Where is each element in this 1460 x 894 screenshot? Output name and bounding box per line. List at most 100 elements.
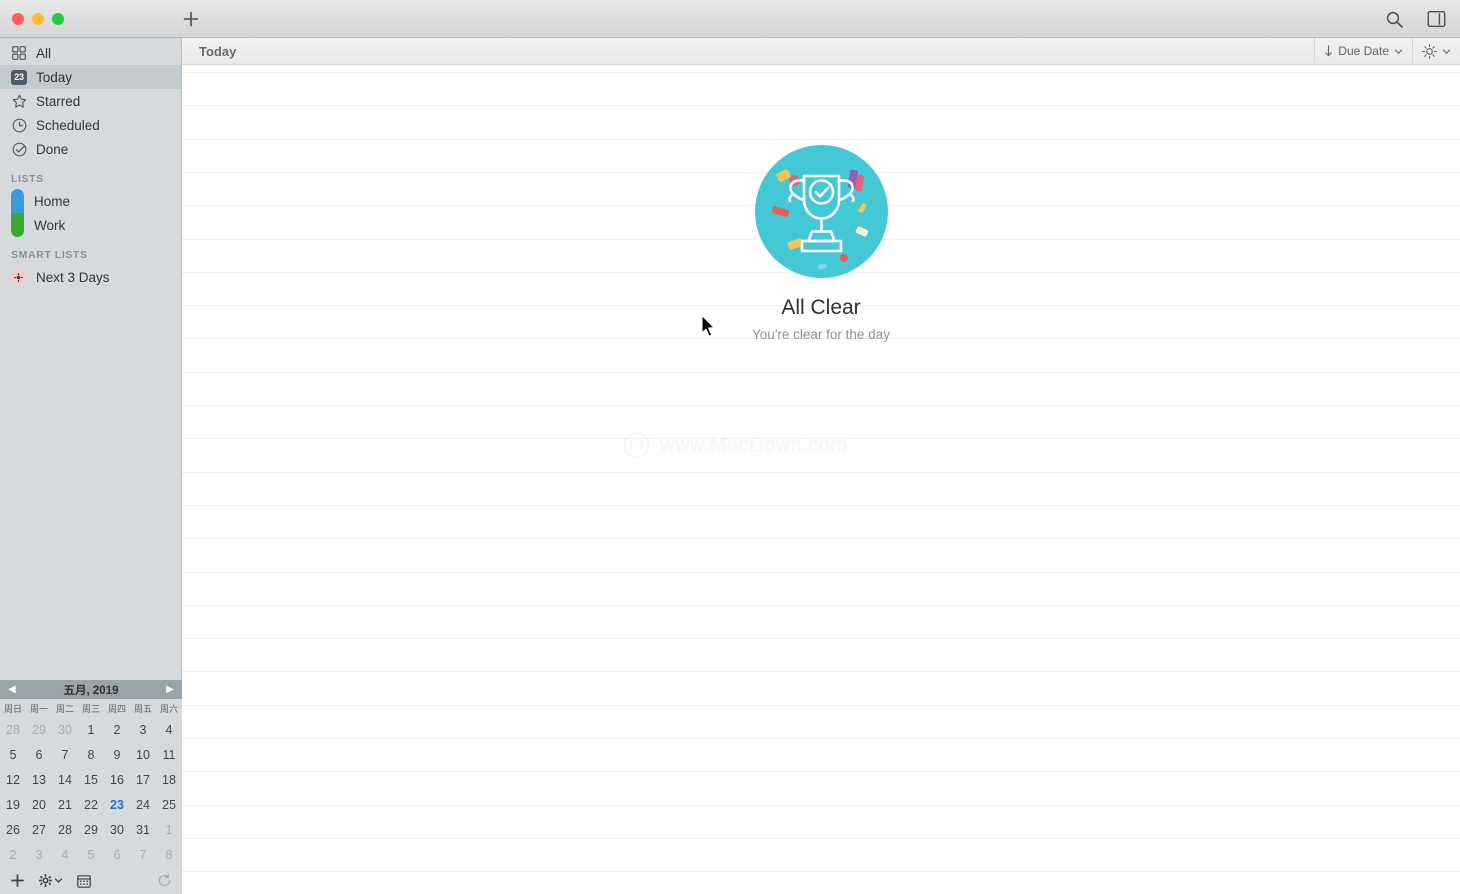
row-separator (182, 505, 1460, 506)
clock-icon (11, 117, 27, 133)
calendar-day[interactable]: 16 (104, 767, 130, 792)
weekday-label: 周四 (107, 703, 126, 714)
page-title: Today (199, 43, 237, 59)
sidebar-item-label: Scheduled (36, 117, 100, 133)
calendar-day[interactable]: 7 (52, 742, 78, 767)
app-window: All 23 Today Starred Scheduled Done LIST… (0, 0, 1460, 894)
empty-state-subtitle: You're clear for the day (752, 327, 890, 342)
grid-icon (11, 45, 27, 61)
calendar-day[interactable]: 26 (0, 817, 26, 842)
calendar-day[interactable]: 30 (52, 717, 78, 742)
settings-menu-button[interactable] (39, 874, 63, 887)
smartlist-label: Next 3 Days (36, 269, 110, 285)
trophy-icon (754, 145, 888, 278)
star-icon (11, 93, 27, 109)
sidebar-list-home[interactable]: Home (0, 189, 181, 213)
title-bar-actions (1380, 5, 1450, 33)
calendar-day[interactable]: 8 (156, 842, 182, 867)
zoom-button[interactable] (52, 12, 64, 25)
search-button[interactable] (1380, 5, 1408, 33)
main-header: Today Due Date (182, 37, 1460, 65)
calendar-day[interactable]: 2 (0, 842, 26, 867)
calendar-day[interactable]: 30 (104, 817, 130, 842)
main-panel: Today Due Date All Clear You're clear fo… (182, 37, 1460, 894)
weekday-label: 周三 (81, 703, 100, 714)
calendar-day[interactable]: 14 (52, 767, 78, 792)
calendar-day[interactable]: 27 (26, 817, 52, 842)
calendar-day[interactable]: 6 (26, 742, 52, 767)
calendar-day[interactable]: 11 (156, 742, 182, 767)
chevron-down-icon (1442, 49, 1451, 54)
add-task-button[interactable] (178, 6, 204, 32)
calendar-day[interactable]: 5 (0, 742, 26, 767)
calendar-day[interactable]: 4 (156, 717, 182, 742)
row-separator (182, 538, 1460, 539)
calendar-day[interactable]: 10 (130, 742, 156, 767)
chevron-left-icon[interactable]: ◀ (8, 684, 16, 695)
window-body: All 23 Today Starred Scheduled Done LIST… (0, 37, 1460, 894)
weekday-label: 周日 (3, 703, 22, 714)
row-separator (182, 871, 1460, 872)
calendar-day[interactable]: 7 (130, 842, 156, 867)
display-options-control[interactable] (1412, 37, 1460, 65)
minimize-button[interactable] (32, 12, 44, 25)
sort-control[interactable]: Due Date (1314, 37, 1412, 65)
sidebar-toggle-icon (1427, 11, 1445, 28)
calendar-day[interactable]: 24 (130, 792, 156, 817)
calendar-day[interactable]: 29 (78, 817, 104, 842)
list-label: Work (34, 217, 66, 233)
sidebar-toggle-button[interactable] (1422, 5, 1450, 33)
sidebar-item-label: Done (36, 141, 69, 157)
calendar-day[interactable]: 3 (130, 717, 156, 742)
calendar-day[interactable]: 29 (26, 717, 52, 742)
calendar-day[interactable]: 28 (0, 717, 26, 742)
calendar-day[interactable]: 21 (52, 792, 78, 817)
chevron-right-icon[interactable]: ▶ (166, 684, 174, 695)
sidebar-list-work[interactable]: Work (0, 213, 181, 237)
calendar-day[interactable]: 17 (130, 767, 156, 792)
search-icon (1386, 11, 1403, 28)
title-bar (0, 0, 1460, 38)
calendar-day[interactable]: 3 (26, 842, 52, 867)
calendar-icon (77, 874, 91, 888)
sidebar-item-starred[interactable]: Starred (0, 89, 181, 113)
calendar-day[interactable]: 22 (78, 792, 104, 817)
calendar-day[interactable]: 13 (26, 767, 52, 792)
calendar-day[interactable]: 2 (104, 717, 130, 742)
weekday-label: 周二 (55, 703, 74, 714)
calendar-day[interactable]: 18 (156, 767, 182, 792)
sidebar-item-today[interactable]: 23 Today (0, 65, 181, 89)
calendar-day[interactable]: 19 (0, 792, 26, 817)
sidebar-smartlist-next-3-days[interactable]: Next 3 Days (0, 265, 181, 289)
calendar-day[interactable]: 8 (78, 742, 104, 767)
calendar-day-today[interactable]: 23 (104, 792, 130, 817)
calendar-day[interactable]: 6 (104, 842, 130, 867)
chevron-down-icon (54, 878, 63, 883)
calendar-day[interactable]: 9 (104, 742, 130, 767)
row-separator (182, 771, 1460, 772)
calendar-day[interactable]: 28 (52, 817, 78, 842)
calendar-day[interactable]: 20 (26, 792, 52, 817)
calendar-day[interactable]: 25 (156, 792, 182, 817)
calendar-day[interactable]: 15 (78, 767, 104, 792)
row-separator (182, 405, 1460, 406)
calendar-day[interactable]: 1 (78, 717, 104, 742)
sidebar-item-done[interactable]: Done (0, 137, 181, 161)
calendar-view-button[interactable] (77, 874, 91, 888)
sidebar-item-scheduled[interactable]: Scheduled (0, 113, 181, 137)
calendar-day-grid: 28 29 30 1 2 3 4 5 6 7 8 9 10 11 12 13 14 15 16 17 18 19 20 21 2… (0, 717, 182, 867)
row-separator (182, 139, 1460, 140)
calendar-day[interactable]: 31 (130, 817, 156, 842)
close-button[interactable] (12, 12, 24, 25)
sync-button[interactable] (157, 873, 172, 888)
calendar-day[interactable]: 5 (78, 842, 104, 867)
calendar-day[interactable]: 12 (0, 767, 26, 792)
add-list-button[interactable] (10, 873, 25, 888)
calendar-day[interactable]: 1 (156, 817, 182, 842)
sidebar-item-all[interactable]: All (0, 41, 181, 65)
list-label: Home (34, 193, 71, 209)
row-separator (182, 438, 1460, 439)
calendar-day[interactable]: 4 (52, 842, 78, 867)
today-count-badge: 23 (11, 69, 27, 85)
task-list-area: All Clear You're clear for the day www.M… (182, 65, 1460, 894)
